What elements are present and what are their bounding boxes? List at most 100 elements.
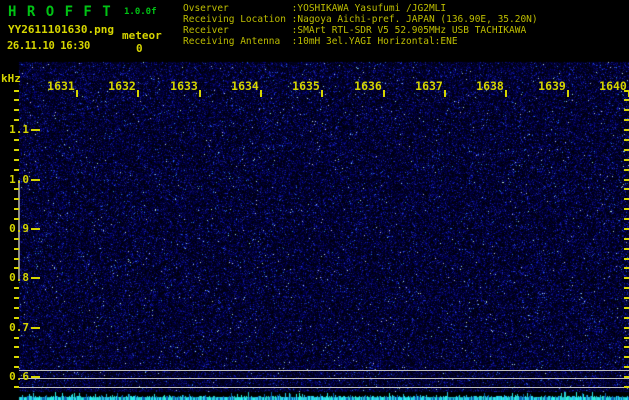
freq-major-tick xyxy=(31,376,40,378)
freq-tick-label: 1.0 xyxy=(9,173,29,186)
freq-tick-label: 0.9 xyxy=(9,222,29,235)
freq-right-tick xyxy=(624,129,629,131)
freq-minor-tick xyxy=(14,356,19,358)
freq-minor-tick xyxy=(14,90,19,92)
freq-minor-tick xyxy=(14,267,19,269)
freq-tick-label: 0.7 xyxy=(9,321,29,334)
time-tick xyxy=(505,90,507,97)
freq-minor-tick xyxy=(14,258,19,260)
freq-minor-tick xyxy=(14,386,19,388)
freq-minor-tick xyxy=(14,109,19,111)
freq-minor-tick xyxy=(14,337,19,339)
freq-major-tick xyxy=(31,277,40,279)
freq-right-tick xyxy=(624,337,629,339)
freq-right-tick xyxy=(624,277,629,279)
receiver-info: Ovserver :YOSHIKAWA Yasufumi /JG2MLI Rece… xyxy=(183,3,538,47)
freq-minor-tick xyxy=(14,139,19,141)
freq-right-tick xyxy=(624,356,629,358)
freq-right-tick xyxy=(624,208,629,210)
time-tick-label: 1636 xyxy=(354,79,382,93)
freq-major-tick xyxy=(31,228,40,230)
freq-right-tick xyxy=(624,248,629,250)
time-tick xyxy=(383,90,385,97)
freq-minor-tick xyxy=(14,169,19,171)
freq-right-tick xyxy=(624,366,629,368)
info-line: Receiving Antenna :10mH 3el.YAGI Horizon… xyxy=(183,36,458,47)
text-layer: H R O F F T 1.0.0f YY2611101630.png mete… xyxy=(0,0,629,400)
freq-minor-tick xyxy=(14,99,19,101)
freq-right-tick xyxy=(624,287,629,289)
freq-right-tick xyxy=(624,119,629,121)
freq-major-tick xyxy=(31,327,40,329)
time-tick xyxy=(199,90,201,97)
freq-minor-tick xyxy=(14,218,19,220)
freq-minor-tick xyxy=(14,366,19,368)
time-tick-label: 1637 xyxy=(415,79,443,93)
app-title: H R O F F T xyxy=(8,4,112,20)
freq-minor-tick xyxy=(14,248,19,250)
meteor-count: 0 xyxy=(136,42,143,55)
freq-tick-label: 1.1 xyxy=(9,123,29,136)
info-line: Ovserver :YOSHIKAWA Yasufumi /JG2MLI xyxy=(183,3,447,14)
freq-right-tick xyxy=(624,346,629,348)
freq-minor-tick xyxy=(14,238,19,240)
freq-right-tick xyxy=(624,307,629,309)
freq-minor-tick xyxy=(14,307,19,309)
freq-right-tick xyxy=(624,238,629,240)
freq-right-tick xyxy=(624,267,629,269)
freq-right-tick xyxy=(624,109,629,111)
time-tick-label: 1640 xyxy=(599,79,627,93)
time-tick-label: 1634 xyxy=(231,79,259,93)
freq-right-tick xyxy=(624,386,629,388)
date-time: 26.11.10 16:30 xyxy=(7,40,90,52)
time-tick-label: 1638 xyxy=(476,79,504,93)
freq-tick-label: 0.6 xyxy=(9,370,29,383)
freq-right-tick xyxy=(624,179,629,181)
freq-right-tick xyxy=(624,228,629,230)
time-tick xyxy=(321,90,323,97)
freq-right-tick xyxy=(624,188,629,190)
time-tick-label: 1632 xyxy=(108,79,136,93)
freq-major-tick xyxy=(31,129,40,131)
freq-minor-tick xyxy=(14,149,19,151)
time-tick xyxy=(137,90,139,97)
freq-minor-tick xyxy=(14,297,19,299)
info-line: Receiver :SMArt RTL-SDR V5 52.905MHz USB… xyxy=(183,25,527,36)
freq-right-tick xyxy=(624,149,629,151)
frequency-unit-label: kHz xyxy=(1,72,21,85)
freq-right-tick xyxy=(624,159,629,161)
freq-right-tick xyxy=(624,327,629,329)
output-filename: YY2611101630.png xyxy=(8,23,114,36)
freq-right-tick xyxy=(624,139,629,141)
freq-right-tick xyxy=(624,99,629,101)
freq-minor-tick xyxy=(14,159,19,161)
time-tick-label: 1639 xyxy=(538,79,566,93)
time-tick-label: 1635 xyxy=(292,79,320,93)
hrofft-output-screenshot: H R O F F T 1.0.0f YY2611101630.png mete… xyxy=(0,0,629,400)
time-tick xyxy=(444,90,446,97)
time-tick xyxy=(260,90,262,97)
freq-right-tick xyxy=(624,218,629,220)
freq-right-tick xyxy=(624,297,629,299)
time-tick xyxy=(76,90,78,97)
freq-minor-tick xyxy=(14,188,19,190)
time-tick-label: 1633 xyxy=(170,79,198,93)
freq-tick-label: 0.8 xyxy=(9,271,29,284)
freq-minor-tick xyxy=(14,198,19,200)
freq-right-tick xyxy=(624,376,629,378)
freq-minor-tick xyxy=(14,287,19,289)
freq-right-tick xyxy=(624,169,629,171)
freq-major-tick xyxy=(31,179,40,181)
info-line: Receiving Location :Nagoya Aichi-pref. J… xyxy=(183,14,538,25)
app-version: 1.0.0f xyxy=(124,7,157,17)
time-tick xyxy=(567,90,569,97)
mode-label: meteor xyxy=(122,29,162,42)
freq-minor-tick xyxy=(14,208,19,210)
freq-minor-tick xyxy=(14,317,19,319)
time-tick-label: 1631 xyxy=(47,79,75,93)
freq-minor-tick xyxy=(14,119,19,121)
freq-right-tick xyxy=(624,258,629,260)
freq-minor-tick xyxy=(14,346,19,348)
freq-right-tick xyxy=(624,198,629,200)
freq-right-tick xyxy=(624,317,629,319)
